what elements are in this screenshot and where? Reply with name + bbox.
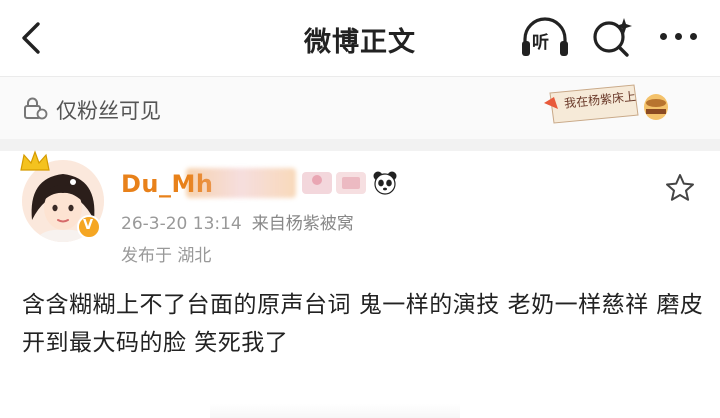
- search-button[interactable]: [589, 15, 635, 61]
- more-icon: [675, 33, 682, 40]
- lock-icon: [24, 97, 48, 120]
- username-redaction: [186, 168, 296, 198]
- post-timestamp: 26-3-20 13:14: [121, 214, 242, 234]
- post-location: 发布于 湖北: [121, 246, 212, 266]
- search-icon: [593, 18, 632, 57]
- panda-icon: [373, 171, 397, 195]
- post-body-text: 含含糊糊上不了台面的原声台词 鬼一样的演技 老奶一样慈祥 磨皮开到最大码的脸 笑…: [22, 292, 704, 356]
- member-badge-icon: [302, 172, 366, 194]
- bottom-fade: [210, 404, 460, 418]
- crown-icon: [20, 150, 50, 171]
- verified-badge: V: [77, 215, 101, 239]
- verified-mark: V: [83, 218, 94, 233]
- post-source: 来自杨紫被窝: [251, 214, 354, 234]
- favorite-button[interactable]: [664, 172, 696, 204]
- more-icon: [690, 33, 697, 40]
- top-navbar: 微博正文 听: [0, 0, 720, 76]
- star-icon: [666, 174, 694, 201]
- listen-label: 听: [532, 33, 549, 53]
- more-icon: [660, 33, 667, 40]
- visibility-label: 仅粉丝可见: [56, 99, 161, 123]
- post-meta: 26-3-20 13:14 来自杨紫被窝: [121, 209, 354, 234]
- decorative-sticker: 我在杨紫床上: [544, 81, 672, 127]
- more-button[interactable]: [652, 22, 704, 52]
- listen-button[interactable]: 听: [519, 15, 571, 61]
- section-gap: [0, 139, 720, 151]
